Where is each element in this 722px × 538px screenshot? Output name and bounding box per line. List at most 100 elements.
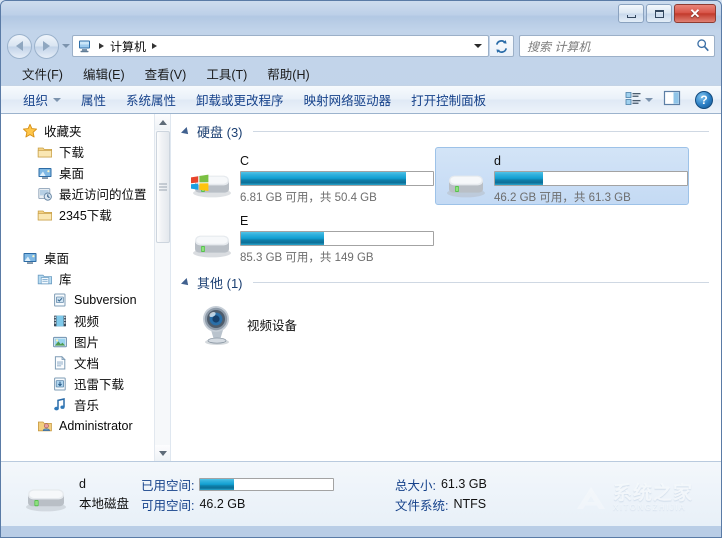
hard-drive-windows-icon <box>188 159 236 203</box>
sidebar-label: Subversion <box>74 292 137 307</box>
sidebar-item-favorites[interactable]: 收藏夹 <box>1 120 170 141</box>
sidebar-label: 图片 <box>74 336 100 350</box>
sidebar-label: 库 <box>59 273 72 287</box>
drive-name: C <box>240 154 250 168</box>
help-button[interactable]: ? <box>695 90 713 109</box>
breadcrumb-separator-1[interactable] <box>99 43 104 49</box>
sidebar-item-downloads[interactable]: 下载 <box>1 141 170 162</box>
refresh-button[interactable] <box>490 35 514 57</box>
hard-drive-icon <box>188 219 236 263</box>
status-usage-column: 已用空间: 可用空间: 46.2 GB <box>141 474 391 514</box>
sidebar-item-thunder-download[interactable]: 迅雷下载 <box>1 373 170 394</box>
address-dropdown-button[interactable] <box>470 36 486 56</box>
drive-name: d <box>494 154 501 168</box>
sidebar-item-libraries[interactable]: 库 <box>1 268 170 289</box>
watermark-text-group: 系统之家 XITONGZHIJIA <box>613 484 693 512</box>
view-options-button[interactable] <box>621 88 657 112</box>
preview-pane-button[interactable] <box>659 87 685 112</box>
folder-icon <box>37 144 54 160</box>
toolbar-right-group: ? <box>621 87 717 112</box>
sidebar-item-videos[interactable]: 视频 <box>1 310 170 331</box>
drive-item-c[interactable]: C 6.81 GB 可用，共 50.4 GB <box>181 147 435 205</box>
sidebar-item-recent-places[interactable]: 最近访问的位置 <box>1 183 170 204</box>
drive-info-e: E 85.3 GB 可用，共 149 GB <box>240 213 434 265</box>
breadcrumb-separator-2[interactable] <box>152 43 158 49</box>
history-dropdown-button[interactable] <box>59 34 72 59</box>
toolbar: 组织 属性 系统属性 卸载或更改程序 映射网络驱动器 打开控制面板 ? <box>1 85 721 114</box>
drive-usage-fill <box>495 172 543 185</box>
status-capacity-column: 总大小: 61.3 GB 文件系统: NTFS <box>395 474 487 514</box>
thunder-download-icon <box>52 376 69 392</box>
toolbar-uninstall-change-program[interactable]: 卸载或更改程序 <box>186 86 294 113</box>
address-bar[interactable]: 计算机 <box>72 35 489 57</box>
sidebar-item-music[interactable]: 音乐 <box>1 394 170 415</box>
webcam-icon <box>193 302 241 346</box>
maximize-button[interactable] <box>646 4 672 23</box>
collapse-triangle-icon[interactable] <box>181 277 191 288</box>
drive-info-d: d 46.2 GB 可用，共 61.3 GB <box>494 153 688 205</box>
sidebar-item-administrator[interactable]: Administrator <box>1 415 170 436</box>
close-button[interactable]: ✕ <box>674 4 716 23</box>
toolbar-properties[interactable]: 属性 <box>71 86 116 113</box>
computer-icon <box>77 38 93 54</box>
drive-capacity-text: 85.3 GB 可用，共 149 GB <box>240 252 374 264</box>
menu-tools[interactable]: 工具(T) <box>197 61 256 86</box>
scrollbar-thumb[interactable] <box>156 131 170 243</box>
chevron-down-icon <box>159 450 167 456</box>
collapse-triangle-icon[interactable] <box>181 126 191 137</box>
group-divider <box>252 131 709 132</box>
search-input[interactable]: 搜索 计算机 <box>527 38 696 55</box>
subversion-icon <box>52 292 69 308</box>
drive-item-d[interactable]: d 46.2 GB 可用，共 61.3 GB <box>435 147 689 205</box>
toolbar-open-control-panel[interactable]: 打开控制面板 <box>401 86 496 113</box>
status-drive-name: d <box>79 477 86 491</box>
status-bar: d 本地磁盘 已用空间: 可用空间: 46.2 GB 总大小: 61.3 GB … <box>1 462 721 526</box>
view-options-icon <box>625 91 642 109</box>
drive-item-e[interactable]: E 85.3 GB 可用，共 149 GB <box>181 207 435 265</box>
sidebar-item-desktop[interactable]: 桌面 <box>1 247 170 268</box>
menu-help[interactable]: 帮助(H) <box>258 61 318 86</box>
toolbar-organize[interactable]: 组织 <box>13 86 71 113</box>
status-used-row: 已用空间: <box>141 474 391 494</box>
status-details: d 本地磁盘 已用空间: 可用空间: 46.2 GB 总大小: 61.3 GB … <box>79 474 487 514</box>
desktop-icon <box>22 250 39 266</box>
breadcrumb-computer[interactable]: 计算机 <box>110 38 146 55</box>
sidebar-item-pictures[interactable]: 图片 <box>1 331 170 352</box>
sidebar-favorites-section: 收藏夹 下载 桌面 最近访问的位置 2345下载 <box>1 120 170 225</box>
forward-button[interactable] <box>34 33 59 59</box>
forward-arrow-icon <box>43 41 50 51</box>
menu-edit[interactable]: 编辑(E) <box>74 61 134 86</box>
sidebar-item-subversion[interactable]: Subversion <box>1 289 170 310</box>
scroll-up-button[interactable] <box>155 114 170 130</box>
toolbar-organize-label: 组织 <box>23 94 49 108</box>
device-video-device[interactable]: 视频设备 <box>187 298 303 350</box>
sidebar-item-documents[interactable]: 文档 <box>1 352 170 373</box>
help-icon: ? <box>700 92 708 107</box>
back-arrow-icon <box>16 41 23 51</box>
scroll-down-button[interactable] <box>155 445 170 461</box>
search-box[interactable]: 搜索 计算机 <box>519 35 715 57</box>
title-bar: ✕ <box>1 1 721 31</box>
sidebar-label: Administrator <box>59 418 133 433</box>
sidebar-item-2345-downloads[interactable]: 2345下载 <box>1 204 170 225</box>
sidebar-label: 音乐 <box>74 399 100 413</box>
status-free-value: 46.2 GB <box>199 497 246 511</box>
minimize-icon <box>626 14 636 18</box>
toolbar-map-network-drive[interactable]: 映射网络驱动器 <box>294 86 402 113</box>
chevron-down-icon <box>474 44 482 48</box>
back-button[interactable] <box>7 33 32 59</box>
menu-file[interactable]: 文件(F) <box>13 61 72 86</box>
group-title: 硬盘 (3) <box>197 125 243 140</box>
toolbar-system-properties[interactable]: 系统属性 <box>116 86 186 113</box>
pictures-icon <box>52 334 69 350</box>
status-filesystem-row: 文件系统: NTFS <box>395 494 487 514</box>
chevron-up-icon <box>159 119 167 125</box>
minimize-button[interactable] <box>618 4 644 23</box>
chevron-down-icon <box>61 44 70 48</box>
search-icon[interactable] <box>696 38 710 55</box>
menu-view[interactable]: 查看(V) <box>136 61 196 86</box>
sidebar-item-desktop-fav[interactable]: 桌面 <box>1 162 170 183</box>
documents-icon <box>52 355 69 371</box>
sidebar-scrollbar[interactable] <box>154 114 170 461</box>
